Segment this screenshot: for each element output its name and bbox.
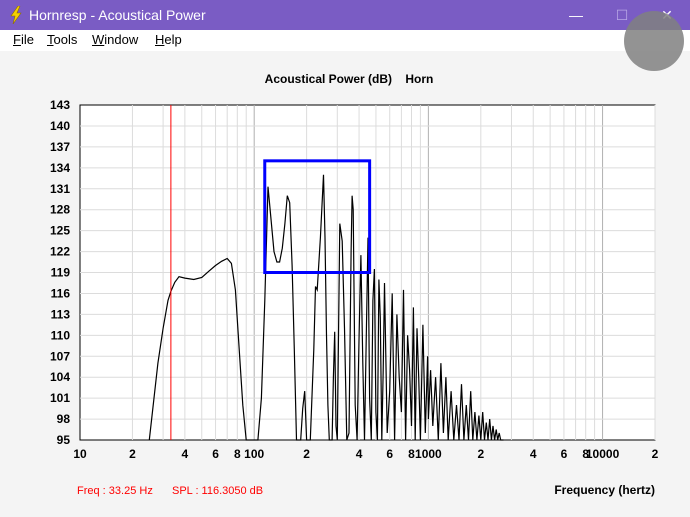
x-tick-label: 6 bbox=[561, 447, 568, 461]
pointer-cursor-overlay bbox=[624, 11, 684, 71]
freq-readout: Freq : 33.25 Hz bbox=[77, 485, 153, 497]
x-tick-label: 2 bbox=[129, 447, 136, 461]
x-axis-label: Frequency (hertz) bbox=[554, 483, 655, 497]
y-tick-label: 95 bbox=[57, 433, 71, 447]
y-tick-label: 128 bbox=[50, 203, 70, 217]
x-tick-label: 100 bbox=[244, 447, 264, 461]
x-tick-label: 6 bbox=[212, 447, 219, 461]
hornresp-lightning-icon bbox=[10, 6, 22, 24]
y-tick-label: 125 bbox=[50, 224, 70, 238]
x-tick-labels: 10 2 4 6 8 100 2 4 6 8 1000 2 4 6 810000 2 bbox=[73, 447, 658, 461]
y-tick-label: 134 bbox=[50, 161, 70, 175]
x-tick-label: 4 bbox=[356, 447, 363, 461]
y-tick-label: 101 bbox=[50, 391, 70, 405]
x-tick-label: 6 bbox=[386, 447, 393, 461]
title-bar[interactable]: Hornresp - Acoustical Power — ☐ ✕ bbox=[0, 0, 690, 30]
minimize-button[interactable]: — bbox=[553, 0, 599, 30]
app-window: Hornresp - Acoustical Power — ☐ ✕ File T… bbox=[0, 0, 690, 517]
menu-bar: File Tools Window Help bbox=[0, 30, 690, 51]
y-tick-label: 116 bbox=[51, 286, 71, 300]
menu-window[interactable]: Window bbox=[92, 32, 138, 47]
x-tick-label: 4 bbox=[182, 447, 189, 461]
chart-title: Acoustical Power (dB) Horn bbox=[265, 72, 434, 86]
y-tick-label: 140 bbox=[50, 119, 70, 133]
menu-tools[interactable]: Tools bbox=[47, 32, 77, 47]
y-tick-label: 137 bbox=[50, 140, 70, 154]
y-tick-label: 98 bbox=[57, 412, 71, 426]
acoustical-power-chart[interactable]: Acoustical Power (dB) Horn 1431401371341… bbox=[6, 51, 684, 511]
y-tick-label: 131 bbox=[50, 182, 70, 196]
menu-help[interactable]: Help bbox=[155, 32, 182, 47]
y-tick-label: 119 bbox=[51, 266, 71, 280]
y-tick-label: 122 bbox=[50, 245, 70, 259]
window-title: Hornresp - Acoustical Power bbox=[29, 7, 206, 23]
x-tick-label: 4 bbox=[530, 447, 537, 461]
x-tick-label: 1000 bbox=[415, 447, 442, 461]
y-tick-label: 143 bbox=[50, 98, 70, 112]
y-tick-label: 113 bbox=[51, 307, 71, 321]
x-tick-label: 10000 bbox=[586, 447, 620, 461]
y-tick-label: 104 bbox=[50, 370, 70, 384]
x-tick-label: 2 bbox=[477, 447, 484, 461]
x-tick-label: 8 bbox=[234, 447, 241, 461]
y-tick-labels: 143 140 137 134 131 128 125 122 119 116 113 110 107 1… bbox=[50, 98, 70, 447]
x-tick-label: 2 bbox=[303, 447, 310, 461]
y-tick-label: 107 bbox=[50, 349, 70, 363]
y-tick-label: 110 bbox=[51, 328, 71, 342]
x-tick-label: 10 bbox=[73, 447, 87, 461]
x-tick-label: 2 bbox=[652, 447, 659, 461]
menu-file[interactable]: File bbox=[13, 32, 34, 47]
spl-readout: SPL : 116.3050 dB bbox=[172, 485, 263, 497]
chart-panel: Acoustical Power (dB) Horn 143 140 137 134 1… bbox=[6, 51, 684, 511]
